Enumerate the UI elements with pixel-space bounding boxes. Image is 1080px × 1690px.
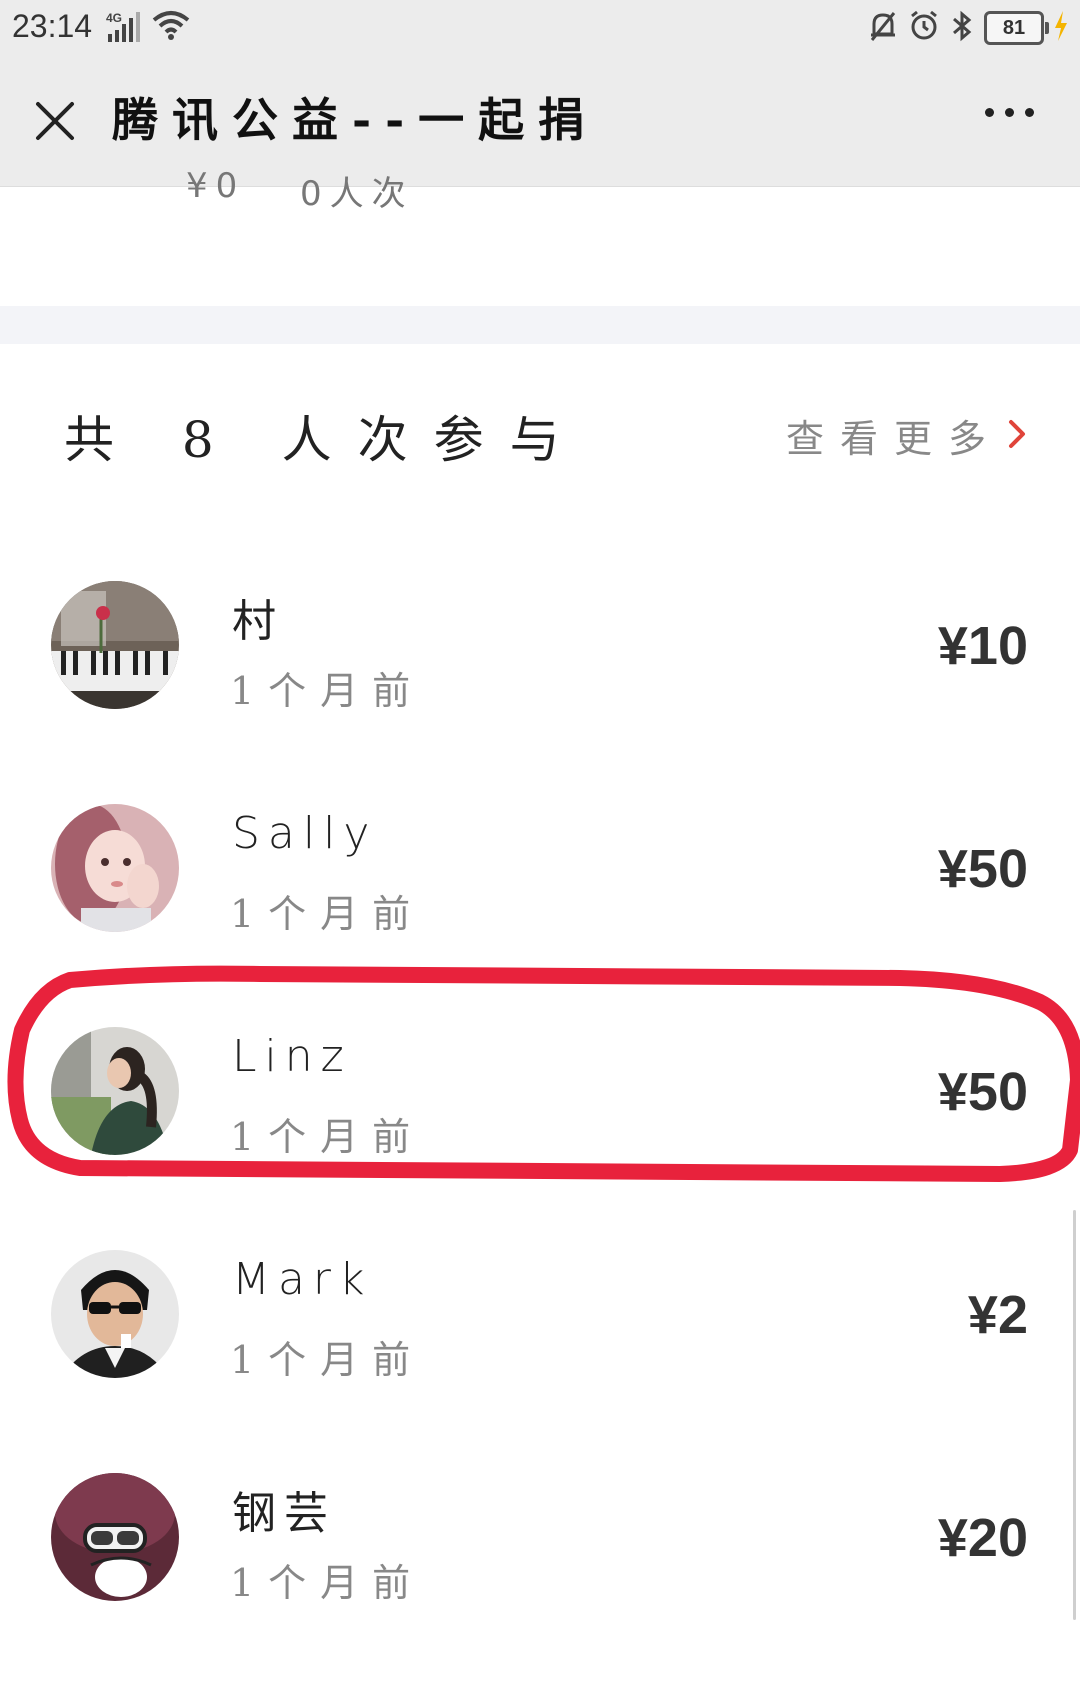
donor-row-highlighted[interactable]: Linz 1个月前 ¥50 [0,1021,1080,1244]
cropped-amount: ¥0 [186,166,246,206]
status-right-icons: 81 [868,8,1068,48]
participant-count: 共 8 人次参与 [64,411,586,469]
donor-time: 1个月前 [230,669,425,713]
donor-name: Linz [232,1031,352,1082]
donor-name: Sally [232,808,378,859]
wifi-icon [152,8,190,44]
status-bar: 23:14 4G 81 [0,0,1080,62]
close-icon [36,102,74,140]
donor-time: 1个月前 [230,892,425,936]
alarm-icon [908,10,940,46]
donor-row[interactable]: Mark 1个月前 ¥2 [0,1244,1080,1467]
status-time: 23:14 [12,8,93,44]
charging-icon [1054,11,1068,45]
donor-amount: ¥50 [937,839,1028,899]
donor-amount: ¥10 [937,616,1028,676]
donor-time: 1个月前 [230,1561,425,1605]
donor-name: Mark [232,1254,373,1305]
donor-time: 1个月前 [230,1338,425,1382]
network-type: 4G [106,11,122,25]
bell-off-icon [868,10,898,46]
donor-name: 钢芸 [232,1488,336,1539]
more-dot-icon [985,108,994,117]
donor-list: 村 1个月前 ¥10 Sally 1个月前 ¥50 Linz 1个月前 ¥50 … [0,575,1080,1690]
section-divider [0,306,1080,344]
close-button[interactable] [30,96,80,146]
cropped-count: 0人次 [300,174,414,214]
more-options-button[interactable] [985,108,1034,117]
donor-row[interactable]: Sally 1个月前 ¥50 [0,798,1080,1021]
signal-icon: 4G [106,10,142,48]
donor-amount: ¥2 [967,1285,1028,1345]
helmet-avatar[interactable] [51,1473,179,1601]
more-dot-icon [1025,108,1034,117]
donor-name: 村 [232,596,284,647]
view-more-label: 查看更多 [785,417,1002,461]
scrollbar[interactable] [1073,1210,1076,1620]
man-sunglasses-avatar[interactable] [51,1250,179,1378]
donor-time: 1个月前 [230,1115,425,1159]
woman-avatar[interactable] [51,1027,179,1155]
donor-amount: ¥20 [937,1508,1028,1568]
piano-avatar[interactable] [51,581,179,709]
bluetooth-icon [950,10,974,46]
battery-icon: 81 [984,11,1049,45]
girl-avatar[interactable] [51,804,179,932]
donor-row[interactable]: 村 1个月前 ¥10 [0,575,1080,798]
chevron-right-icon [1006,416,1028,456]
donor-amount: ¥50 [937,1062,1028,1122]
view-more-link[interactable]: 查看更多 [786,408,1028,463]
page-title: 腾讯公益--一起捐 [112,93,599,147]
title-bar: 腾讯公益--一起捐 [0,62,1080,187]
more-dot-icon [1005,108,1014,117]
donor-row[interactable]: 钢芸 1个月前 ¥20 [0,1467,1080,1690]
